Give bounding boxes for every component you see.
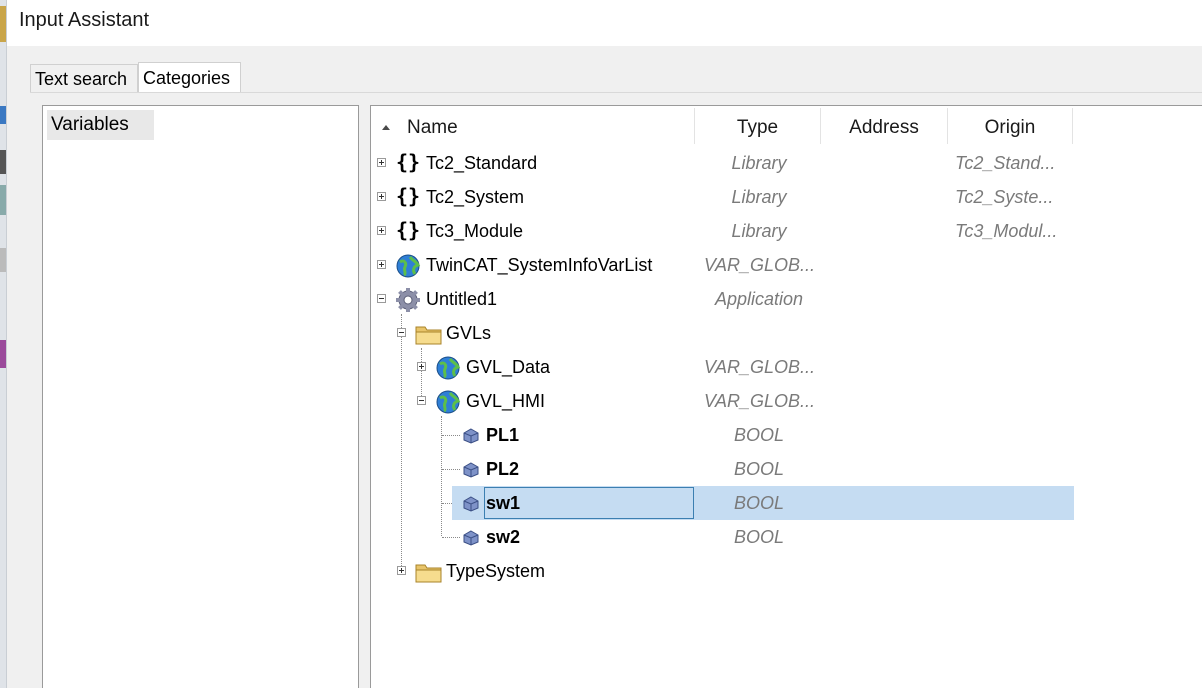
node-type: Library xyxy=(731,153,787,173)
node-type: Application xyxy=(714,289,804,309)
node-name: GVLs xyxy=(446,323,492,343)
application-gear-icon xyxy=(396,288,420,312)
node-name: GVL_Data xyxy=(466,357,551,377)
variable-cube-icon xyxy=(463,462,479,478)
column-header-address[interactable]: Address xyxy=(821,106,947,144)
node-name: Tc2_System xyxy=(426,187,525,207)
edge-mark xyxy=(0,185,6,215)
tree-row[interactable]: Untitled1 Application xyxy=(371,282,1074,316)
tree-row[interactable]: GVLs xyxy=(371,316,1074,350)
column-header-type[interactable]: Type xyxy=(695,106,820,144)
tree-row-selected[interactable]: sw1 BOOL xyxy=(452,486,1074,520)
collapse-minus-icon[interactable] xyxy=(417,396,426,405)
tree-row[interactable]: {} Tc2_Standard Library Tc2_Stand... xyxy=(371,146,1074,180)
node-type: BOOL xyxy=(733,459,785,479)
node-name: Tc2_Standard xyxy=(426,153,538,173)
tab-text-search[interactable]: Text search xyxy=(30,64,138,92)
node-name: sw2 xyxy=(486,527,521,547)
column-header-name[interactable]: Name xyxy=(381,106,691,144)
folder-icon xyxy=(415,326,442,345)
node-name: TwinCAT_SystemInfoVarList xyxy=(426,255,653,275)
tree-row[interactable]: {} Tc2_System Library Tc2_Syste... xyxy=(371,180,1074,214)
variable-cube-icon xyxy=(463,428,479,444)
node-type: BOOL xyxy=(733,425,785,445)
expand-plus-icon[interactable] xyxy=(377,226,386,235)
library-braces-icon: {} xyxy=(396,150,421,174)
expand-plus-icon[interactable] xyxy=(377,192,386,201)
node-type: VAR_GLOB... xyxy=(704,255,816,275)
node-origin: Tc3_Modul... xyxy=(955,221,1058,241)
sort-ascending-icon xyxy=(382,125,390,130)
edge-mark xyxy=(0,106,6,124)
tab-divider xyxy=(30,92,1202,93)
node-type: BOOL xyxy=(733,527,785,547)
node-type: BOOL xyxy=(733,493,785,513)
edge-mark xyxy=(0,248,6,272)
node-name: GVL_HMI xyxy=(466,391,546,411)
library-braces-icon: {} xyxy=(396,218,421,242)
items-tree-table[interactable]: Name Type Address Origin {} Tc2_Standard… xyxy=(370,105,1202,688)
tree-row[interactable]: sw2 BOOL xyxy=(371,520,1074,554)
category-item-variables[interactable]: Variables xyxy=(47,110,154,140)
node-type: Library xyxy=(731,221,787,241)
tree-row[interactable]: GVL_Data VAR_GLOB... xyxy=(371,350,1074,384)
node-name: Untitled1 xyxy=(426,289,498,309)
expand-plus-icon[interactable] xyxy=(417,362,426,371)
edge-mark xyxy=(0,340,6,368)
node-type: VAR_GLOB... xyxy=(704,391,816,411)
global-var-list-icon xyxy=(436,390,461,414)
node-origin: Tc2_Stand... xyxy=(955,153,1056,173)
node-type: VAR_GLOB... xyxy=(704,357,816,377)
node-origin: Tc2_Syste... xyxy=(955,187,1054,207)
node-name: PL1 xyxy=(486,425,520,445)
node-name: PL2 xyxy=(486,459,520,479)
collapse-minus-icon[interactable] xyxy=(397,328,406,337)
column-separator[interactable] xyxy=(1072,108,1073,144)
expand-plus-icon[interactable] xyxy=(377,260,386,269)
tree-row[interactable]: PL1 BOOL xyxy=(371,418,1074,452)
node-name: Tc3_Module xyxy=(426,221,524,241)
tree-row[interactable]: TypeSystem xyxy=(371,554,1074,588)
tree-row[interactable]: TwinCAT_SystemInfoVarList VAR_GLOB... xyxy=(371,248,1074,282)
tree-row[interactable]: {} Tc3_Module Library Tc3_Modul... xyxy=(371,214,1074,248)
column-header-origin[interactable]: Origin xyxy=(948,106,1072,144)
title-bar: Input Assistant xyxy=(7,0,1202,46)
library-braces-icon: {} xyxy=(396,184,421,208)
category-list[interactable]: Variables xyxy=(42,105,359,688)
window-title: Input Assistant xyxy=(19,9,150,31)
tree-row[interactable]: GVL_HMI VAR_GLOB... xyxy=(371,384,1074,418)
tree-row[interactable]: PL2 BOOL xyxy=(371,452,1074,486)
expand-plus-icon[interactable] xyxy=(377,158,386,167)
collapse-minus-icon[interactable] xyxy=(377,294,386,303)
node-name: sw1 xyxy=(486,493,521,513)
tab-categories[interactable]: Categories xyxy=(138,62,241,92)
column-header-name-label: Name xyxy=(407,117,458,138)
variable-cube-icon xyxy=(463,530,479,546)
node-type: Library xyxy=(731,187,787,207)
edge-mark xyxy=(0,6,6,42)
node-name: TypeSystem xyxy=(446,561,546,581)
edge-mark xyxy=(0,150,6,174)
global-var-list-icon xyxy=(396,254,421,278)
variable-cube-icon xyxy=(463,496,479,512)
expand-plus-icon[interactable] xyxy=(397,566,406,575)
global-var-list-icon xyxy=(436,356,461,380)
background-window-edge xyxy=(0,0,7,688)
folder-icon xyxy=(415,564,442,583)
